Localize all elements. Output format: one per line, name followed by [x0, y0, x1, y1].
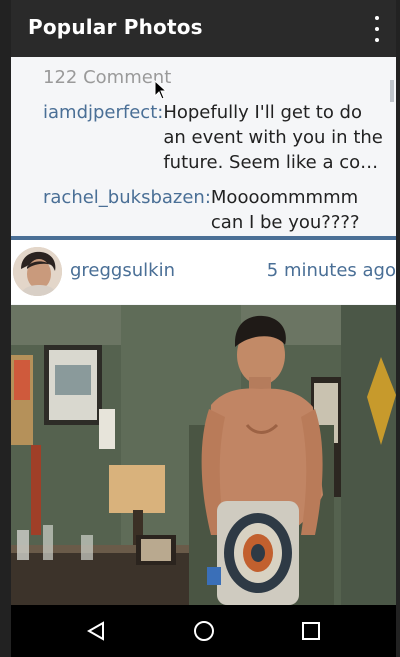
comment-username[interactable]: rachel_buksbazen:	[43, 185, 211, 235]
feed[interactable]: 122 Comment iamdjperfect: Hopefully I'll…	[11, 57, 396, 605]
screen-edge-left	[0, 0, 11, 657]
app-title: Popular Photos	[28, 15, 203, 39]
photo[interactable]	[11, 305, 396, 605]
comment-username[interactable]: iamdjperfect:	[43, 100, 163, 175]
home-icon[interactable]	[193, 620, 215, 646]
cursor-icon	[154, 79, 168, 104]
comments-section[interactable]: 122 Comment iamdjperfect: Hopefully I'll…	[11, 57, 396, 236]
comment-item: rachel_buksbazen: Moooommmmm can I be yo…	[43, 185, 383, 235]
comment-count[interactable]: 122 Comment	[43, 67, 171, 88]
comment-text: Hopefully I'll get to do an event with y…	[163, 102, 383, 173]
scrollbar[interactable]	[390, 80, 394, 102]
post-header[interactable]: greggsulkin 5 minutes ago	[11, 240, 396, 304]
back-icon[interactable]	[85, 620, 107, 646]
navigation-bar	[11, 605, 396, 657]
post-timestamp: 5 minutes ago	[266, 260, 396, 281]
comment-text: Moooommmmm can I be you????	[210, 187, 360, 233]
avatar[interactable]	[13, 247, 62, 296]
comment-item: iamdjperfect: Hopefully I'll get to do a…	[43, 100, 389, 175]
more-vert-icon[interactable]	[372, 16, 382, 42]
app-bar: Popular Photos	[11, 0, 396, 57]
recents-icon[interactable]	[301, 621, 321, 645]
post-username[interactable]: greggsulkin	[70, 260, 175, 281]
